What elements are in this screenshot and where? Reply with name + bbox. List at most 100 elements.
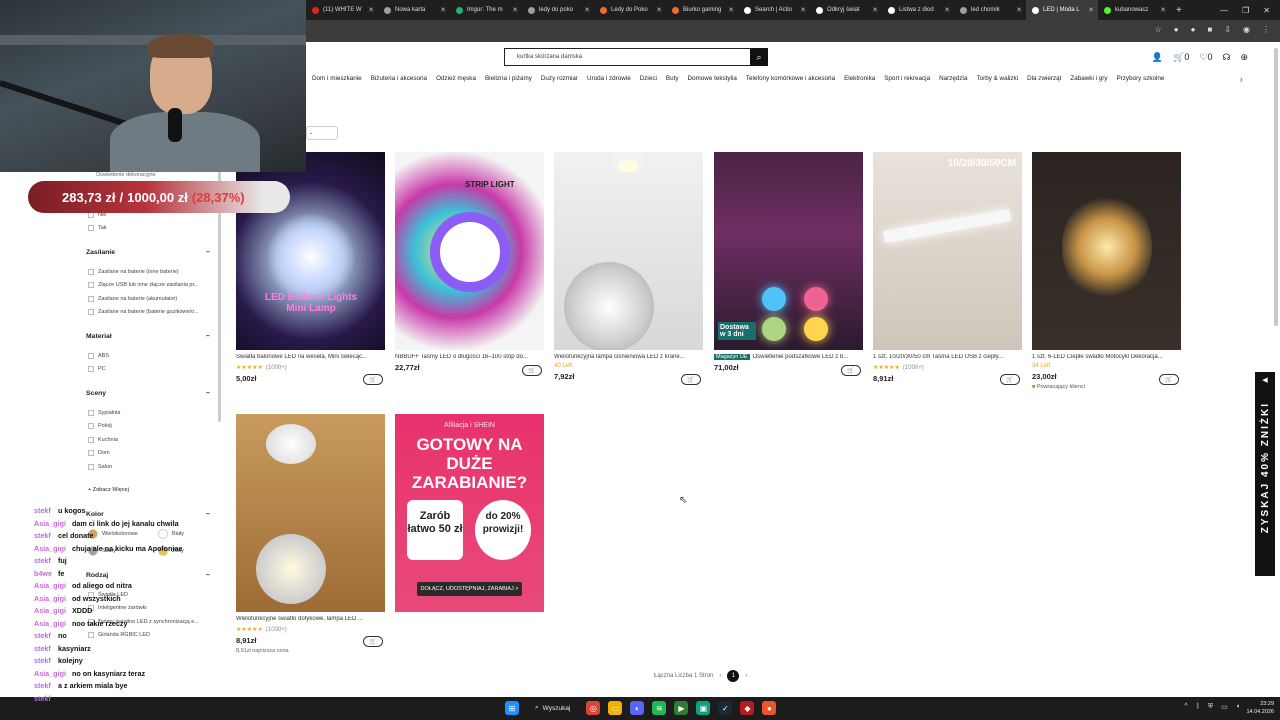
product-image[interactable]	[1032, 152, 1181, 350]
add-to-cart-button[interactable]: 🛒	[1159, 374, 1179, 385]
start-icon[interactable]: ⊞	[505, 701, 519, 715]
maximize-icon[interactable]: ❐	[1242, 6, 1249, 15]
close-tab-icon[interactable]: ✕	[656, 6, 662, 14]
product-title[interactable]: Wielofunkcyjna lampa ciśnieniowa LED z k…	[554, 354, 696, 360]
media-player-icon[interactable]: ▶	[674, 701, 689, 715]
category-link[interactable]: Domowe tekstylia	[687, 75, 736, 87]
checkbox[interactable]	[88, 366, 94, 373]
filter-top-item[interactable]: Oświetlenie dekoracyjne	[82, 172, 222, 178]
browser-tab[interactable]: Imgur: The m ✕	[450, 0, 522, 20]
product-title[interactable]: Magazyn UE Oświetlenie podszafkowe LED z …	[714, 354, 856, 360]
user-icon[interactable]: 👤	[1152, 52, 1163, 63]
filter-option[interactable]: Salon	[82, 460, 222, 474]
downloads-icon[interactable]: ⇩	[1224, 25, 1231, 34]
bookmark-star-icon[interactable]: ☆	[1155, 25, 1162, 34]
browser-tab[interactable]: (11) WHITE W ✕	[306, 0, 378, 20]
search-icon[interactable]: ⌕	[750, 48, 768, 66]
product-title[interactable]: NBBUFF Taśmy LED o długości 16–100 stóp …	[395, 354, 537, 360]
extension-icon[interactable]: ●	[1191, 25, 1196, 34]
close-tab-icon[interactable]: ✕	[872, 6, 878, 14]
product-card[interactable]: 10/20/30/50CM 1 szt. 10/20/30/50 cm Taśma…	[873, 152, 1022, 385]
add-to-cart-button[interactable]: 🛒	[522, 365, 542, 376]
category-link[interactable]: Uroda i zdrowie	[587, 75, 631, 87]
menu-icon[interactable]: ⋮	[1262, 25, 1270, 34]
category-link[interactable]: Bielizna i piżamy	[485, 75, 532, 87]
category-link[interactable]: Dom i mieszkanie	[312, 75, 362, 87]
category-link[interactable]: Telefony komórkowe i akcesoria	[746, 75, 835, 87]
category-link[interactable]: Dla zwierząt	[1027, 75, 1061, 87]
browser-tab[interactable]: Nowa karta ✕	[378, 0, 450, 20]
add-to-cart-button[interactable]: 🛒	[1000, 374, 1020, 385]
checkbox[interactable]	[88, 282, 94, 289]
close-tab-icon[interactable]: ✕	[944, 6, 950, 14]
sort-dropdown[interactable]: ⌄	[306, 126, 338, 140]
category-link[interactable]: Dzieci	[640, 75, 657, 87]
product-title[interactable]: 1 szt. 6-LED Ciepłe światło Motocykl Dek…	[1032, 354, 1174, 360]
filter-section-title[interactable]: Zasilanie −	[82, 249, 222, 256]
filter-section-title[interactable]: Sceny −	[82, 390, 222, 397]
close-tab-icon[interactable]: ✕	[728, 6, 734, 14]
checkbox[interactable]	[88, 352, 94, 359]
clock[interactable]: 23:29 14.04.2026	[1246, 700, 1274, 716]
add-to-cart-button[interactable]: 🛒	[841, 365, 861, 376]
ad-join-button[interactable]: DOŁĄCZ, UDOSTĘPNIAJ, ZARABIAJ >	[417, 582, 522, 596]
affiliate-ad-card[interactable]: Afiliacja i SHEIN GOTOWY NA DUŻE ZARABIAN…	[395, 414, 544, 612]
checkbox[interactable]	[88, 436, 94, 443]
filter-option[interactable]: PC	[82, 363, 222, 377]
product-image[interactable]: 10/20/30/50CM	[873, 152, 1022, 350]
firefox-icon[interactable]: ●	[762, 701, 777, 715]
product-image[interactable]: STRIP LIGHT	[395, 152, 544, 350]
product-image[interactable]: Dostawa w 3 dni	[714, 152, 863, 350]
support-icon[interactable]: ☊	[1222, 52, 1230, 63]
search-box[interactable]: kurtka skórzana damska ⌕	[504, 48, 768, 66]
filter-section-title[interactable]: Materiał −	[82, 333, 222, 340]
promo-side-tab[interactable]: ◀ ZYSKAJ 40% ZNIŻKI	[1255, 372, 1275, 576]
add-to-cart-button[interactable]: 🛒	[363, 374, 383, 385]
product-image[interactable]	[554, 152, 703, 350]
category-link[interactable]: Torby & walizki	[976, 75, 1018, 87]
category-link[interactable]: Sport i rekreacja	[884, 75, 930, 87]
collapse-icon[interactable]: −	[206, 390, 210, 397]
folder-icon[interactable]: ▭	[608, 701, 623, 715]
filter-option[interactable]: ABS	[82, 349, 222, 363]
category-link[interactable]: Biżuteria i akcesoria	[371, 75, 427, 87]
minimize-icon[interactable]: —	[1220, 6, 1228, 15]
category-link[interactable]: Narzędzia	[939, 75, 967, 87]
product-title[interactable]: 1 szt. 10/20/30/50 cm Taśma LED USB z ci…	[873, 354, 1015, 360]
close-tab-icon[interactable]: ✕	[368, 6, 374, 14]
bluetooth-icon[interactable]: ᛒ	[1196, 703, 1200, 711]
checkbox[interactable]	[88, 463, 94, 470]
browser-tab[interactable]: LED | Moda L ✕	[1026, 0, 1098, 20]
checkbox[interactable]	[88, 225, 94, 232]
collapse-icon[interactable]: −	[206, 249, 210, 256]
chrome-icon[interactable]: ◎	[586, 701, 601, 715]
checkbox[interactable]	[88, 423, 94, 430]
browser-tab[interactable]: Search | Actio ✕	[738, 0, 810, 20]
product-card[interactable]: Wielofunkcyjne światło dotykowe, lampa L…	[236, 414, 385, 654]
product-card[interactable]: Wielofunkcyjna lampa ciśnieniowa LED z k…	[554, 152, 703, 385]
chevron-right-icon[interactable]: ›	[1240, 75, 1243, 84]
wishlist-icon[interactable]: ♡0	[1199, 52, 1212, 63]
close-tab-icon[interactable]: ✕	[512, 6, 518, 14]
filter-option[interactable]: Sypialnia	[82, 406, 222, 420]
add-to-cart-button[interactable]: 🛒	[681, 374, 701, 385]
chevron-up-icon[interactable]: ^	[1184, 703, 1187, 711]
filter-option[interactable]: Tak	[82, 222, 222, 236]
shield-tray-icon[interactable]: ⛨	[1208, 703, 1213, 711]
add-to-cart-button[interactable]: 🛒	[363, 636, 383, 647]
category-link[interactable]: Odzież męska	[436, 75, 476, 87]
steam-icon[interactable]: ✓	[718, 701, 733, 715]
checkbox[interactable]	[88, 309, 94, 316]
close-tab-icon[interactable]: ✕	[1016, 6, 1022, 14]
browser-tab[interactable]: Ledy do Poko ✕	[594, 0, 666, 20]
shield-icon[interactable]: ◆	[740, 701, 755, 715]
browser-tab[interactable]: ledy do poko ✕	[522, 0, 594, 20]
filter-option[interactable]: Zasilane na baterie (baterie guzikowe/o.…	[82, 306, 222, 320]
close-tab-icon[interactable]: ✕	[800, 6, 806, 14]
extension-icon[interactable]: ■	[1207, 25, 1212, 34]
display-icon[interactable]: ▭	[1221, 703, 1228, 711]
pager-next-icon[interactable]: ›	[745, 673, 747, 679]
filter-option[interactable]: Pokój	[82, 420, 222, 434]
checkbox[interactable]	[88, 268, 94, 275]
globe-icon[interactable]: ⊕	[1240, 52, 1248, 63]
